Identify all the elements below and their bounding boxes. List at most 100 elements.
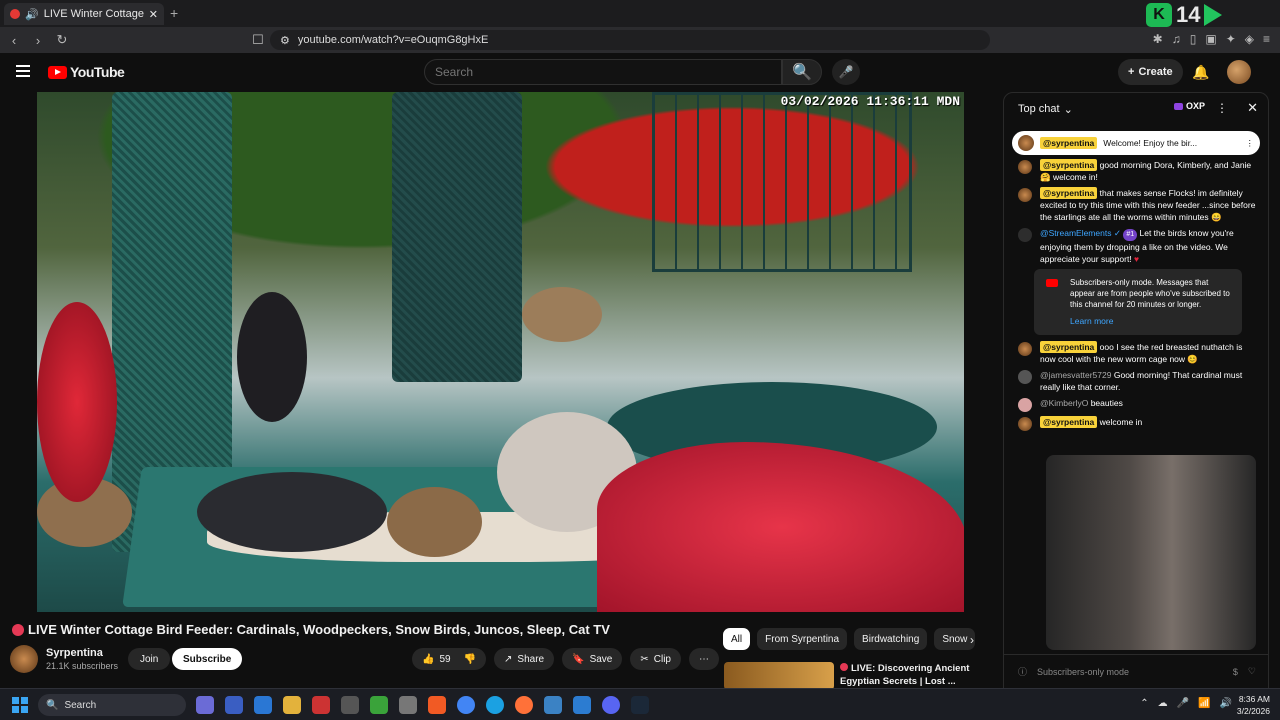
- extension-icon[interactable]: ✱: [1153, 32, 1163, 46]
- app-icon[interactable]: [399, 696, 417, 714]
- recommended-video[interactable]: LIVE: Discovering Ancient Egyptian Secre…: [724, 662, 994, 690]
- message-author[interactable]: @StreamElements ✓: [1040, 228, 1121, 238]
- clock[interactable]: 8:36 AM 3/2/2026: [1237, 693, 1270, 717]
- super-chat-icon[interactable]: $: [1233, 667, 1238, 677]
- video-title-text: LIVE Winter Cottage Bird Feeder: Cardina…: [28, 622, 610, 637]
- youtube-logo[interactable]: YouTube: [48, 64, 125, 80]
- message-author[interactable]: @syrpentina: [1040, 341, 1098, 353]
- app-icon[interactable]: [225, 696, 243, 714]
- share-button[interactable]: ↗ Share: [494, 648, 555, 670]
- chip-birdwatching[interactable]: Birdwatching: [854, 628, 928, 650]
- learn-more-link[interactable]: Learn more: [1070, 316, 1234, 327]
- heart-reaction-icon[interactable]: ♡: [1248, 666, 1256, 677]
- vpn-icon[interactable]: ◈: [1245, 32, 1254, 46]
- steam-icon[interactable]: [631, 696, 649, 714]
- site-info-icon[interactable]: ⚙: [280, 34, 290, 47]
- recommended-title-text: LIVE: Discovering Ancient Egyptian Secre…: [840, 663, 970, 687]
- forward-icon[interactable]: ›: [28, 33, 48, 48]
- subscribe-button[interactable]: Subscribe: [172, 648, 243, 670]
- mic-icon[interactable]: 🎤: [1177, 698, 1189, 709]
- clip-button[interactable]: ✂ Clip: [630, 648, 681, 670]
- app-icon[interactable]: [370, 696, 388, 714]
- vscode-icon[interactable]: [573, 696, 591, 714]
- app-icon[interactable]: [544, 696, 562, 714]
- account-avatar[interactable]: [1227, 60, 1251, 84]
- webcam-overlay: [1046, 455, 1256, 650]
- recommended-title[interactable]: LIVE: Discovering Ancient Egyptian Secre…: [840, 662, 980, 690]
- chat-input[interactable]: Subscribers-only mode: [1037, 667, 1129, 677]
- wallet-icon[interactable]: ▣: [1205, 32, 1216, 46]
- channel-avatar[interactable]: [10, 645, 38, 673]
- message-author[interactable]: @syrpentina: [1040, 159, 1098, 171]
- app-icon[interactable]: [254, 696, 272, 714]
- discord-icon[interactable]: [602, 696, 620, 714]
- windows-start-icon[interactable]: [12, 697, 28, 713]
- pinned-more-icon[interactable]: ⋮: [1246, 138, 1255, 149]
- new-tab-button[interactable]: +: [170, 5, 178, 21]
- reload-icon[interactable]: ↻: [52, 32, 72, 48]
- volume-icon[interactable]: 🔊: [1220, 698, 1232, 709]
- chip-from-syrpentina[interactable]: From Syrpentina: [757, 628, 848, 650]
- oxp-badge[interactable]: OXP: [1174, 101, 1205, 111]
- create-button[interactable]: + Create: [1118, 59, 1183, 85]
- video-title: LIVE Winter Cottage Bird Feeder: Cardina…: [12, 622, 610, 637]
- pinned-message[interactable]: @syrpentina Welcome! Enjoy the bir... ⋮: [1012, 131, 1260, 155]
- message-author[interactable]: @KimberlyO: [1040, 398, 1088, 408]
- thumbs-down-icon[interactable]: 👎: [464, 654, 476, 665]
- info-icon[interactable]: ⓘ: [1018, 665, 1027, 678]
- search-input[interactable]: [424, 59, 782, 85]
- message-author[interactable]: @syrpentina: [1040, 187, 1098, 199]
- notifications-bell-icon[interactable]: 🔔: [1192, 64, 1209, 81]
- taskbar-search[interactable]: 🔍 Search: [38, 694, 186, 716]
- taskbar-apps: [196, 696, 649, 714]
- app-icon[interactable]: [196, 696, 214, 714]
- voice-search-button[interactable]: 🎤: [832, 59, 860, 85]
- music-icon[interactable]: ♫: [1172, 32, 1181, 46]
- cloud-icon[interactable]: ☁: [1158, 698, 1168, 709]
- sidebar-icon[interactable]: ▯: [1190, 32, 1197, 46]
- browser-address-bar: ‹ › ↻ ☐ ⚙ youtube.com/watch?v=eOuqmG8gHx…: [0, 27, 1280, 53]
- brave-icon[interactable]: [428, 696, 446, 714]
- chat-mode-selector[interactable]: Top chat: [1018, 103, 1060, 115]
- leo-icon[interactable]: ✦: [1226, 32, 1236, 46]
- channel-name[interactable]: Syrpentina: [46, 647, 118, 659]
- hamburger-menu-icon[interactable]: [16, 65, 30, 77]
- message-author[interactable]: @syrpentina: [1040, 416, 1098, 428]
- windows-taskbar: 🔍 Search ⌃ ☁ 🎤 📶 🔊 8:36 AM 3/2/2026: [0, 688, 1280, 720]
- youtube-wordmark: YouTube: [70, 64, 125, 80]
- join-button[interactable]: Join: [128, 648, 171, 670]
- app-icon[interactable]: [341, 696, 359, 714]
- tab-close-icon[interactable]: ✕: [149, 8, 158, 21]
- firefox-icon[interactable]: [515, 696, 533, 714]
- like-button[interactable]: 👍 59 👎: [412, 648, 487, 670]
- url-field[interactable]: ⚙ youtube.com/watch?v=eOuqmG8gHxE: [270, 30, 990, 50]
- video-player[interactable]: 03/02/2026 11:36:11 MDN: [37, 92, 964, 612]
- chrome-icon[interactable]: [457, 696, 475, 714]
- search-button[interactable]: 🔍: [782, 59, 822, 85]
- message-author[interactable]: @jamesvatter5729: [1040, 370, 1111, 380]
- chevron-up-icon[interactable]: ⌃: [1140, 698, 1148, 709]
- chip-all[interactable]: All: [723, 628, 751, 650]
- menu-icon[interactable]: ≡: [1263, 32, 1270, 46]
- more-actions-button[interactable]: ⋯: [688, 648, 719, 670]
- subscribers-only-notice: Subscribers-only mode. Messages that app…: [1034, 269, 1242, 335]
- chevron-down-icon[interactable]: ⌄: [1064, 103, 1073, 116]
- save-button[interactable]: 🔖 Save: [562, 648, 623, 670]
- chat-more-icon[interactable]: ⋮: [1216, 101, 1228, 115]
- wifi-icon[interactable]: 📶: [1198, 698, 1210, 709]
- chat-input-bar: ⓘ Subscribers-only mode $ ♡: [1004, 654, 1268, 688]
- recommended-thumbnail[interactable]: [724, 662, 834, 690]
- app-icon[interactable]: [312, 696, 330, 714]
- chips-next-icon[interactable]: ›: [970, 633, 974, 647]
- browser-tab[interactable]: 🔊 LIVE Winter Cottage Bird F ✕: [4, 3, 164, 25]
- close-icon[interactable]: ✕: [1247, 100, 1258, 116]
- audio-icon[interactable]: 🔊: [25, 8, 39, 21]
- youtube-favicon-icon: [10, 9, 20, 19]
- edge-icon[interactable]: [486, 696, 504, 714]
- youtube-play-icon: [48, 65, 67, 79]
- subscriber-count: 21.1K subscribers: [46, 661, 119, 671]
- file-explorer-icon[interactable]: [283, 696, 301, 714]
- bookmark-icon[interactable]: ☐: [248, 32, 268, 48]
- back-icon[interactable]: ‹: [4, 33, 24, 48]
- clock-date: 3/2/2026: [1236, 706, 1270, 716]
